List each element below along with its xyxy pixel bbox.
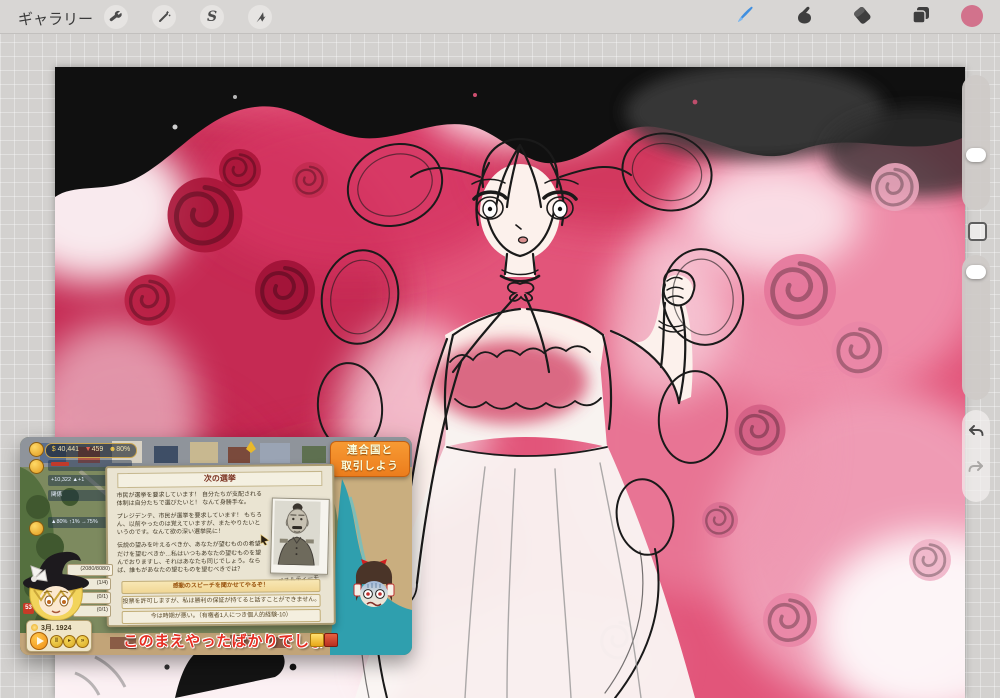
s-curve-icon: S [206, 9, 218, 25]
erase-tool-button[interactable] [849, 4, 875, 30]
smudge-tool-button[interactable] [791, 4, 817, 30]
treasury-bar: $ 40,441 ▼459 ☻80% [45, 443, 137, 458]
redo-icon [967, 459, 985, 482]
faction-face-icon[interactable] [29, 459, 44, 474]
sparkle-icon [310, 633, 324, 647]
color-swatch[interactable] [961, 5, 983, 27]
dialog-option-1[interactable]: 感動のスピーチを聞かせてやるぞ！ [121, 578, 321, 595]
procreate-topbar: ギャラリー S [0, 0, 1000, 34]
redo-button[interactable] [966, 460, 986, 480]
transform-arrow-icon [253, 10, 267, 24]
commentary-subtitle: このまえやったばかりでしょ [123, 633, 325, 650]
time-control-panel: 3月. 1924 ‖ ▸ » [26, 620, 92, 652]
red-bar-icon [51, 462, 69, 466]
penultimo-portrait [269, 497, 330, 575]
dialog-option-3[interactable]: 今は時期が悪い。（有権者1人につき個人的経験-10） [121, 608, 321, 625]
reimu-avatar [352, 557, 396, 618]
actions-button[interactable] [104, 5, 128, 29]
modify-button[interactable] [968, 222, 987, 241]
smudge-finger-icon [793, 4, 815, 31]
dollar-icon: $ [51, 446, 56, 453]
mission-badge[interactable]: 連合国と 取引しよう [330, 441, 410, 477]
election-dialog: 次の選挙 市民が選挙を要求しています！ 自分たちが支配される体制は自分たちで選び… [105, 463, 336, 628]
undo-button[interactable] [966, 424, 986, 444]
play-button[interactable] [30, 632, 48, 650]
transform-button[interactable] [248, 5, 272, 29]
eraser-icon [851, 4, 873, 31]
support-face-icon[interactable] [29, 521, 44, 536]
game-overlay-window[interactable]: $ 40,441 ▼459 ☻80% +10,322 ▲+1 関係 ▲80% ↑… [20, 437, 412, 655]
magic-wand-icon [157, 10, 171, 24]
down-arrow-icon: ▼ [84, 446, 92, 453]
brush-size-handle[interactable] [966, 148, 986, 162]
speed2-button[interactable]: » [76, 635, 89, 648]
brush-opacity-handle[interactable] [966, 265, 986, 279]
layers-icon [910, 4, 932, 31]
layers-button[interactable] [908, 4, 934, 30]
dialog-body: 市民が選挙を要求しています！ 自分たちが支配される体制は自分たちで選びたいと！ … [116, 491, 263, 574]
marisa-avatar [20, 548, 92, 631]
speed1-button[interactable]: ▸ [63, 635, 76, 648]
gallery-button[interactable]: ギャラリー [18, 8, 93, 29]
wrench-icon [109, 10, 123, 24]
pause-button[interactable]: ‖ [50, 635, 63, 648]
brush-size-slider[interactable] [962, 75, 990, 210]
dialog-option-2[interactable]: 投票を許可しますが、私は勝利の保証が持てると話すことができません。 [121, 593, 321, 610]
happiness-face-icon[interactable] [29, 442, 44, 457]
game-date: 3月. 1924 [41, 625, 72, 632]
brush-icon [734, 4, 756, 31]
undo-icon [967, 423, 985, 446]
dialog-title: 次の選挙 [117, 470, 323, 489]
sun-icon [31, 624, 38, 631]
mini-character-icon [324, 633, 338, 647]
mouse-cursor-icon [260, 532, 270, 550]
paint-tool-button[interactable] [732, 4, 758, 30]
selection-button[interactable]: S [200, 5, 224, 29]
adjustments-button[interactable] [152, 5, 176, 29]
